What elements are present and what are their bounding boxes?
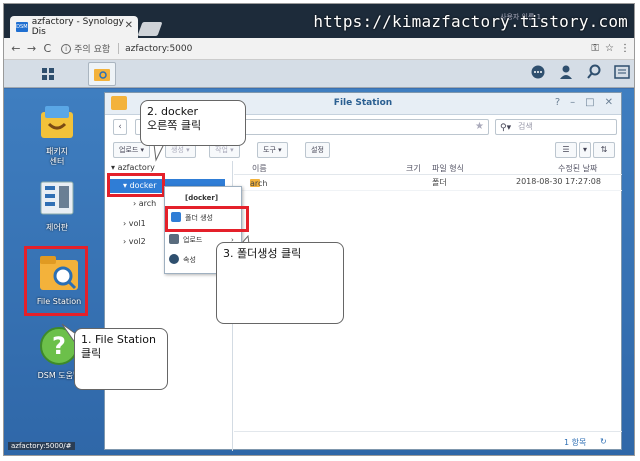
callout-step2-line1: 2. docker [147, 105, 199, 118]
browser-status-url: azfactory:5000/# [8, 442, 75, 450]
callout-step3-text: 3. 폴더생성 클릭 [223, 247, 302, 260]
callout-step3: 3. 폴더생성 클릭 [216, 242, 344, 324]
callout-step1-line1: 1. File Station [81, 333, 157, 346]
callout-step2-line2: 오른쪽 클릭 [147, 119, 202, 132]
callout-step2: 2. docker 오른쪽 클릭 [140, 100, 246, 146]
callout-step1-line2: 클릭 [81, 347, 102, 360]
screenshot-frame: DSM azfactory - Synology Dis ✕ 사용자 이름 1 … [3, 3, 635, 456]
callout-step1: 1. File Station 클릭 [74, 328, 168, 390]
